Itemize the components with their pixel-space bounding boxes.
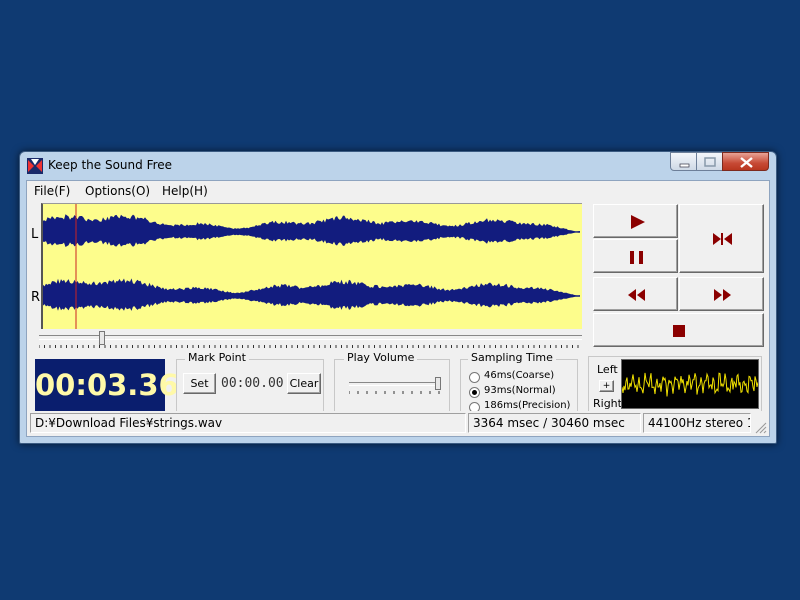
play-volume-label: Play Volume [344,351,418,364]
sampling-time-label: Sampling Time [468,351,556,364]
menu-file[interactable]: File(F) [34,184,70,198]
seek-thumb[interactable] [99,331,105,345]
mark-set-button[interactable]: Set [183,373,216,394]
window-title: Keep the Sound Free [48,158,173,172]
scope-waveform [621,372,759,397]
sampling-186ms-label: 186ms(Precision) [484,400,571,411]
mark-point-group: Mark Point Set 00:00.00 Clear [176,351,324,413]
volume-track[interactable] [349,382,439,386]
volume-thumb[interactable] [435,377,441,390]
resize-grip-icon[interactable] [755,422,767,434]
sampling-46ms-label: 46ms(Coarse) [484,370,555,381]
rewind-icon [628,289,645,301]
sampling-93ms-label: 93ms(Normal) [484,385,556,396]
oscilloscope-trace [621,372,759,397]
play-icon [631,215,645,229]
mark-point-label: Mark Point [185,351,249,364]
status-bar: D:¥Download Files¥strings.wav 3364 msec … [27,411,769,436]
right-channel-label: R [31,290,41,305]
pause-button[interactable] [593,239,678,273]
left-channel-label: L [31,227,39,242]
client-area: File(F) Options(O) Help(H) L R 00:03.36 … [26,180,770,437]
play-button[interactable] [593,204,678,238]
waveform-display[interactable] [41,203,582,329]
maximize-button[interactable] [696,152,723,171]
minimize-button[interactable] [670,152,697,171]
mark-time-value: 00:00.00 [221,376,284,391]
sampling-46ms-radio[interactable] [469,372,480,383]
oscilloscope-display [621,359,759,409]
app-logo-icon [27,158,43,174]
skip-to-start-button[interactable] [679,204,764,273]
stop-button[interactable] [593,313,764,347]
seek-track[interactable] [39,335,582,340]
status-format: 44100Hz stereo 1 [643,413,751,433]
waveform-channel [43,214,580,247]
menu-bar: File(F) Options(O) Help(H) [27,181,769,201]
stop-icon [673,325,685,337]
balance-left-label: Left [597,363,618,376]
sampling-time-group: Sampling Time 46ms(Coarse) 93ms(Normal) … [460,351,578,413]
balance-right-label: Right [593,397,622,410]
rewind-button[interactable] [593,277,678,311]
menu-options[interactable]: Options(O) [85,184,150,198]
fast-forward-button[interactable] [679,277,764,311]
balance-plus-button[interactable]: + [599,380,614,392]
mark-clear-button[interactable]: Clear [287,373,321,394]
app-window: Keep the Sound Free File(F) Options(O) H… [19,151,777,444]
waveform-channel [43,278,580,311]
fast-forward-icon [714,289,731,301]
skip-to-start-icon [713,233,732,245]
time-display: 00:03.36 [35,359,179,412]
sampling-93ms-radio[interactable] [469,387,480,398]
volume-ticks [349,391,440,394]
title-bar[interactable]: Keep the Sound Free [20,152,776,180]
status-position: 3364 msec / 30460 msec [468,413,641,433]
close-button[interactable] [722,152,769,171]
play-volume-group: Play Volume [334,351,450,413]
pause-icon [630,251,643,264]
waveform-graphic [43,204,580,329]
menu-help[interactable]: Help(H) [162,184,208,198]
status-file-path: D:¥Download Files¥strings.wav [30,413,466,433]
seek-ticks [39,345,579,348]
